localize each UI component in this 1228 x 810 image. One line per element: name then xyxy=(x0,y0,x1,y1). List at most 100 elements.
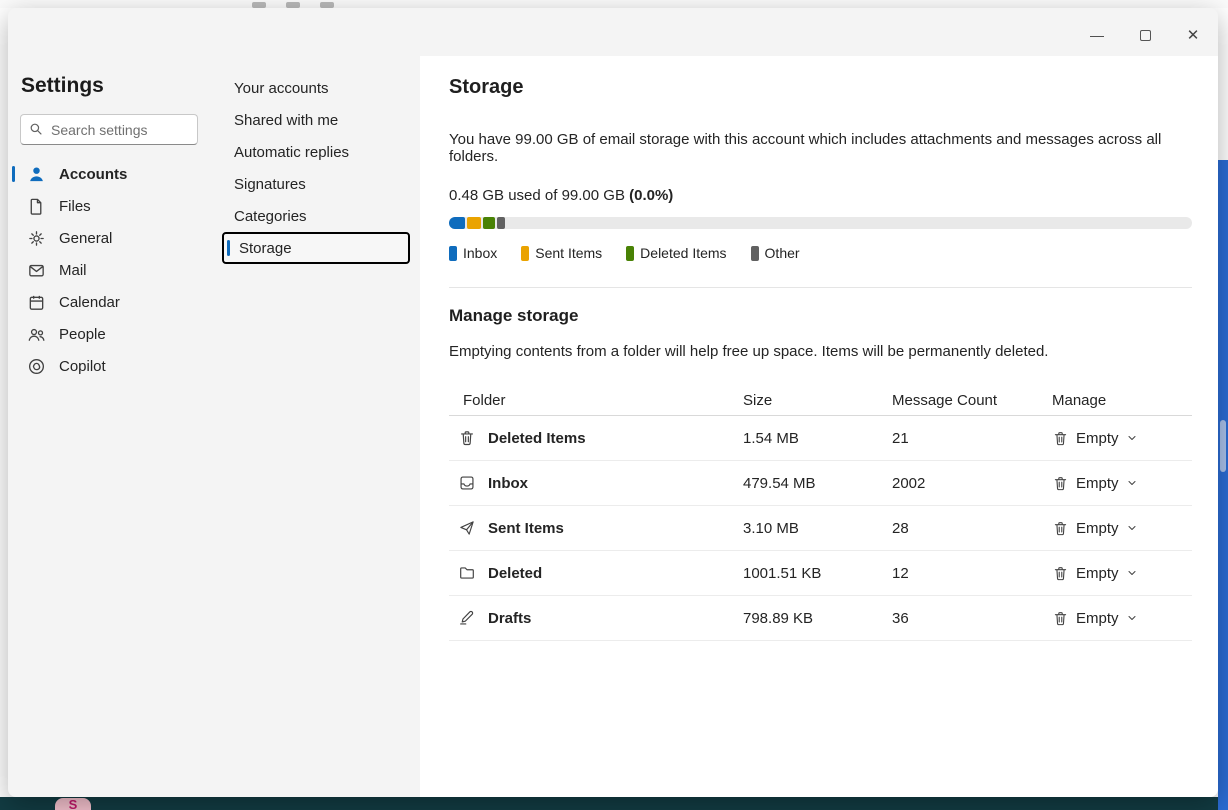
accounts-subnav: Your accounts Shared with me Automatic r… xyxy=(220,8,420,797)
close-button[interactable]: ✕ xyxy=(1182,24,1204,46)
subnav-item-label: Signatures xyxy=(234,175,306,193)
subnav-item-categories[interactable]: Categories xyxy=(222,200,410,232)
search-input[interactable] xyxy=(20,114,198,145)
folder-message-count: 12 xyxy=(892,564,909,582)
folder-size: 798.89 KB xyxy=(743,609,814,627)
legend-item-sent-items: Sent Items xyxy=(521,245,602,261)
sidebar-item-label: Copilot xyxy=(59,357,106,375)
storage-description: You have 99.00 GB of email storage with … xyxy=(449,131,1162,165)
table-row: Deleted Items 1.54 MB 21 Empty xyxy=(449,416,1192,461)
storage-table: Folder Size Message Count Manage Deleted… xyxy=(449,386,1192,641)
chevron-down-icon xyxy=(1126,432,1138,444)
folder-size: 3.10 MB xyxy=(743,519,799,537)
folder-icon xyxy=(458,564,476,582)
background-top-strip xyxy=(0,0,1228,8)
drafts-icon xyxy=(458,609,476,627)
subnav-item-label: Shared with me xyxy=(234,111,339,129)
subnav-item-label: Your accounts xyxy=(234,79,329,97)
column-header-manage: Manage xyxy=(1052,392,1107,409)
table-row: Deleted 1001.51 KB 12 Empty xyxy=(449,551,1192,596)
storage-usage-bar xyxy=(449,217,1192,229)
table-row: Inbox 479.54 MB 2002 Empty xyxy=(449,461,1192,506)
table-row: Drafts 798.89 KB 36 Empty xyxy=(449,596,1192,641)
legend-label: Inbox xyxy=(463,245,498,261)
column-header-message-count: Message Count xyxy=(892,392,998,409)
chevron-down-icon xyxy=(1126,567,1138,579)
storage-panel: Storage You have 99.00 GB of email stora… xyxy=(420,56,1218,797)
inbox-icon xyxy=(458,474,476,492)
usage-bar-segment-other xyxy=(496,217,506,229)
sidebar-item-files[interactable]: Files xyxy=(8,190,220,222)
storage-usage-text: 0.48 GB used of 99.00 GB (0.0%) xyxy=(449,187,1192,204)
manage-storage-title: Manage storage xyxy=(449,306,579,325)
legend-item-inbox: Inbox xyxy=(449,245,497,261)
subnav-item-label: Categories xyxy=(234,207,307,225)
storage-legend: Inbox Sent Items Deleted Items Other xyxy=(449,245,1192,261)
subnav-item-storage[interactable]: Storage xyxy=(222,232,410,264)
legend-swatch xyxy=(449,245,457,261)
minimize-icon: — xyxy=(1090,27,1104,43)
empty-button-label: Empty xyxy=(1076,519,1119,537)
minimize-button[interactable]: — xyxy=(1086,24,1108,46)
background-avatar-badge: S xyxy=(55,798,91,810)
subnav-item-label: Storage xyxy=(239,239,292,257)
trash-icon xyxy=(1052,565,1069,582)
legend-label: Other xyxy=(764,245,800,261)
trash-icon xyxy=(1052,475,1069,492)
empty-folder-button[interactable]: Empty xyxy=(1052,475,1192,492)
folder-message-count: 21 xyxy=(892,429,909,447)
page-title: Storage xyxy=(449,76,524,98)
subnav-item-your-accounts[interactable]: Your accounts xyxy=(222,72,410,104)
sidebar-item-label: Mail xyxy=(59,261,87,279)
folder-message-count: 2002 xyxy=(892,474,926,492)
folder-name: Drafts xyxy=(488,609,532,627)
legend-label: Sent Items xyxy=(535,245,603,261)
subnav-item-shared-with-me[interactable]: Shared with me xyxy=(222,104,410,136)
sidebar-item-calendar[interactable]: Calendar xyxy=(8,286,220,318)
sidebar-item-people[interactable]: People xyxy=(8,318,220,350)
subnav-item-automatic-replies[interactable]: Automatic replies xyxy=(222,136,410,168)
maximize-button[interactable] xyxy=(1134,24,1156,46)
empty-button-label: Empty xyxy=(1076,609,1119,627)
section-divider xyxy=(449,287,1192,288)
empty-folder-button[interactable]: Empty xyxy=(1052,520,1192,537)
sidebar-item-label: People xyxy=(59,325,106,343)
copilot-icon xyxy=(27,357,46,376)
background-bottom-bar xyxy=(0,797,1218,810)
empty-folder-button[interactable]: Empty xyxy=(1052,565,1192,582)
legend-item-deleted-items: Deleted Items xyxy=(626,245,727,261)
empty-button-label: Empty xyxy=(1076,474,1119,492)
sidebar-item-copilot[interactable]: Copilot xyxy=(8,350,220,382)
sidebar-item-general[interactable]: General xyxy=(8,222,220,254)
settings-sidebar: Settings Accounts Files xyxy=(8,8,220,797)
document-icon xyxy=(27,197,46,216)
mail-icon xyxy=(27,261,46,280)
sidebar-item-mail[interactable]: Mail xyxy=(8,254,220,286)
search-icon xyxy=(28,121,44,137)
subnav-item-signatures[interactable]: Signatures xyxy=(222,168,410,200)
sidebar-item-label: General xyxy=(59,229,113,247)
usage-prefix: 0.48 GB used of 99.00 GB xyxy=(449,187,630,204)
empty-folder-button[interactable]: Empty xyxy=(1052,430,1192,447)
usage-bar-segment-sent-items xyxy=(467,217,481,229)
legend-item-other: Other xyxy=(750,245,800,261)
folder-size: 479.54 MB xyxy=(743,474,816,492)
folder-size: 1.54 MB xyxy=(743,429,799,447)
column-header-folder: Folder xyxy=(463,392,506,409)
sidebar-item-label: Calendar xyxy=(59,293,120,311)
empty-folder-button[interactable]: Empty xyxy=(1052,610,1192,627)
close-icon: ✕ xyxy=(1186,27,1200,44)
window-controls: — ✕ xyxy=(1086,24,1204,46)
sidebar-item-accounts[interactable]: Accounts xyxy=(8,158,220,190)
usage-bar-segment-deleted-items xyxy=(482,217,495,229)
folder-name: Inbox xyxy=(488,474,528,492)
trash-icon xyxy=(1052,520,1069,537)
folder-name: Deleted xyxy=(488,564,543,582)
trash-icon xyxy=(1052,610,1069,627)
settings-dialog-title: Settings xyxy=(21,74,104,97)
people-icon xyxy=(27,325,46,344)
chevron-down-icon xyxy=(1126,612,1138,624)
table-header: Folder Size Message Count Manage xyxy=(449,386,1192,416)
legend-swatch xyxy=(521,245,530,261)
background-scrollbar-thumb[interactable] xyxy=(1220,420,1226,472)
